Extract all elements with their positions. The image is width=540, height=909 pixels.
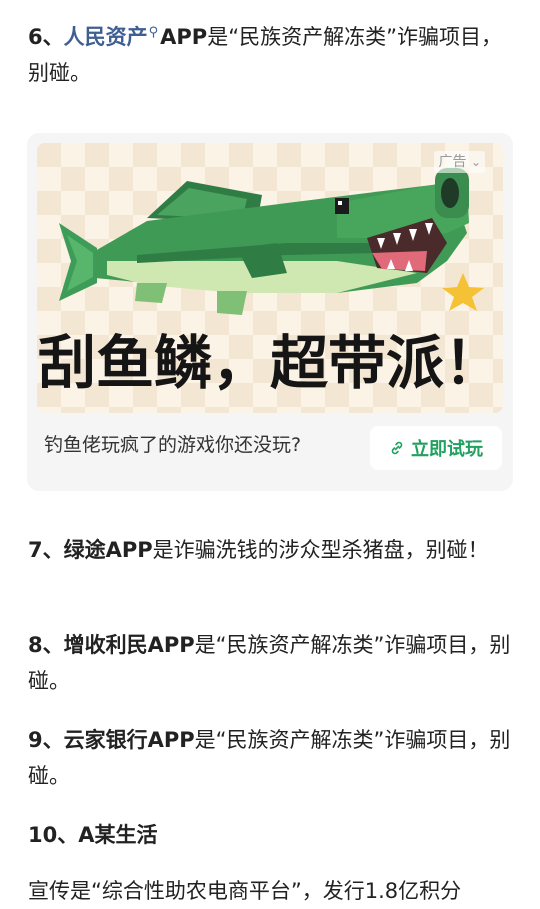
try-now-label: 立即试玩	[411, 439, 483, 460]
chevron-down-icon: ⌄	[470, 155, 481, 169]
item-number: 6、	[28, 25, 64, 49]
item-title: 8、增收利民APP	[28, 633, 195, 657]
try-now-button[interactable]: 立即试玩	[370, 426, 502, 470]
list-item-6: 6、人民资产⚲APP是“民族资产解冻类”诈骗项目，别碰。	[28, 19, 512, 91]
list-item-7: 7、绿途APP是诈骗洗钱的涉众型杀猪盘，别碰！	[28, 532, 512, 568]
ad-card[interactable]: 刮鱼鳞，超带派！ 广告 ⌄ 钓鱼佬玩疯了的游戏你还没玩? 立即试玩	[27, 133, 513, 491]
ad-label-text: 广告	[438, 154, 467, 170]
item-title: 9、云家银行APP	[28, 728, 195, 752]
ad-image-headline: 刮鱼鳞，超带派！	[38, 329, 502, 397]
list-item-9: 9、云家银行APP是“民族资产解冻类”诈骗项目，别碰。	[28, 722, 512, 794]
search-icon: ⚲	[148, 25, 159, 40]
ad-description[interactable]: 钓鱼佬玩疯了的游戏你还没玩?	[44, 430, 301, 460]
item-name-suffix: APP	[160, 25, 208, 49]
list-item-10: 10、A某生活	[28, 817, 512, 853]
list-item-8: 8、增收利民APP是“民族资产解冻类”诈骗项目，别碰。	[28, 627, 512, 699]
link-icon	[391, 441, 403, 455]
keyword-link[interactable]: 人民资产⚲	[64, 25, 161, 49]
item-title: 7、绿途APP	[28, 538, 153, 562]
item-title: 10、A某生活	[28, 823, 158, 847]
ad-label[interactable]: 广告 ⌄	[434, 151, 485, 173]
partial-paragraph: 宣传是“综合性助农电商平台”，发行1.8亿积分	[28, 879, 462, 903]
ad-image[interactable]: 刮鱼鳞，超带派！ 广告 ⌄	[37, 143, 503, 413]
item-description: 是诈骗洗钱的涉众型杀猪盘，别碰！	[152, 538, 489, 562]
keyword-link-text[interactable]: 人民资产	[64, 25, 148, 49]
